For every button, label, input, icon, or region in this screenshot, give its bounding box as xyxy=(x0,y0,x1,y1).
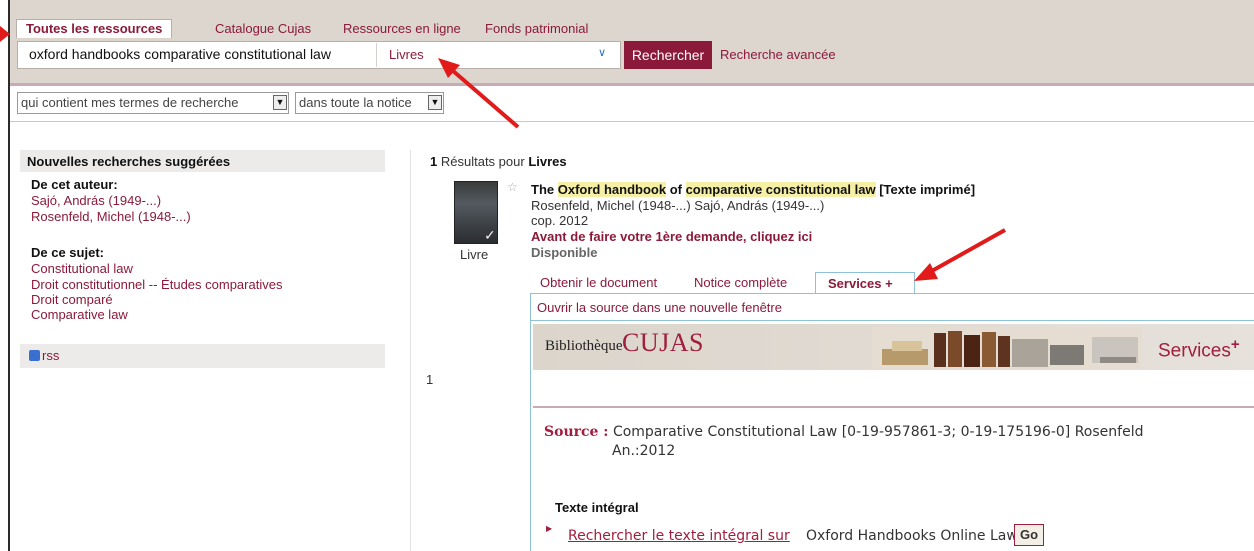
record-title[interactable]: The Oxford handbook of comparative const… xyxy=(531,182,975,197)
fulltext-heading: Texte intégral xyxy=(555,500,639,515)
suggestions-title: Nouvelles recherches suggérées xyxy=(27,154,231,169)
rss-bar xyxy=(20,344,385,368)
contains-select-value: qui contient mes termes de recherche xyxy=(21,95,239,110)
banner-library-label: Bibliothèque xyxy=(545,338,623,354)
tab-notice-complete[interactable]: Notice complète xyxy=(694,275,787,290)
bullet-icon: ▶ xyxy=(546,524,553,533)
banner-plus: + xyxy=(1230,336,1240,353)
fulltext-target: Oxford Handbooks Online Law xyxy=(806,528,1018,544)
dropdown-arrow-icon[interactable]: ▼ xyxy=(428,95,442,110)
divider xyxy=(531,320,1254,321)
document-type-label: Livre xyxy=(460,247,489,262)
subject-heading: De ce sujet: xyxy=(31,245,104,260)
results-scope: Livres xyxy=(528,154,567,169)
source-line: Source : Comparative Constitutional Law … xyxy=(544,422,1234,442)
search-input[interactable]: oxford handbooks comparative constitutio… xyxy=(29,46,331,62)
record-authors: Rosenfeld, Michel (1948-...) Sajó, Andrá… xyxy=(531,198,825,213)
title-part: of xyxy=(666,182,686,197)
contains-select[interactable]: qui contient mes termes de recherche ▼ xyxy=(17,92,289,114)
banner-books-image xyxy=(872,327,1142,369)
field-select[interactable]: dans toute la notice ▼ xyxy=(295,92,444,114)
subject-link[interactable]: Droit comparé xyxy=(31,292,113,307)
record-date: cop. 2012 xyxy=(531,213,589,228)
banner-logo-text: CUJAS xyxy=(622,328,704,357)
fulltext-search-link[interactable]: Rechercher le texte intégral sur xyxy=(568,528,790,544)
column-divider xyxy=(410,150,411,551)
source-label: Source : xyxy=(544,424,609,440)
title-highlight: Oxford handbook xyxy=(557,182,667,197)
star-icon[interactable]: ☆ xyxy=(507,180,518,194)
author-heading: De cet auteur: xyxy=(31,177,118,192)
rss-link[interactable]: rss xyxy=(42,348,59,363)
chevron-down-icon[interactable]: ∨ xyxy=(598,46,606,59)
open-source-link[interactable]: Ouvrir la source dans une nouvelle fenêt… xyxy=(537,300,782,315)
scope-select[interactable]: Livres xyxy=(389,47,424,62)
tab-obtenir-le-document[interactable]: Obtenir le document xyxy=(540,275,657,290)
subject-link[interactable]: Droit constitutionnel -- Études comparat… xyxy=(31,277,282,292)
search-divider xyxy=(376,43,377,67)
title-part: The xyxy=(531,182,558,197)
subject-link[interactable]: Comparative law xyxy=(31,307,128,322)
field-select-value: dans toute la notice xyxy=(299,95,412,110)
search-button[interactable]: Rechercher xyxy=(624,41,712,69)
divider xyxy=(10,121,1254,122)
rss-icon[interactable] xyxy=(29,350,40,361)
author-link[interactable]: Rosenfeld, Michel (1948-...) xyxy=(31,209,191,224)
divider xyxy=(533,406,1254,408)
tab-catalogue-cujas[interactable]: Catalogue Cujas xyxy=(215,21,311,36)
title-part: [Texte imprimé] xyxy=(875,182,976,197)
results-label: Résultats pour xyxy=(440,154,525,169)
tab-toutes-les-ressources[interactable]: Toutes les ressources xyxy=(16,19,173,38)
source-text-line2: An.:2012 xyxy=(612,443,676,459)
title-highlight: comparative constitutional law xyxy=(685,182,876,197)
banner-services-text: Services xyxy=(1158,340,1231,362)
results-summary: 1 Résultats pour Livres xyxy=(430,154,567,169)
author-link[interactable]: Sajó, András (1949-...) xyxy=(31,193,161,208)
tab-fonds-patrimonial[interactable]: Fonds patrimonial xyxy=(485,21,588,36)
result-row-number: 1 xyxy=(426,372,434,387)
check-icon: ✓ xyxy=(484,227,496,243)
banner-services-label: Services+ xyxy=(1158,336,1240,362)
source-text: Comparative Constitutional Law [0-19-957… xyxy=(612,424,1144,440)
go-button[interactable]: Go xyxy=(1014,524,1044,546)
request-notice-link[interactable]: Avant de faire votre 1ère demande, cliqu… xyxy=(531,229,812,244)
dropdown-arrow-icon[interactable]: ▼ xyxy=(273,95,287,110)
advanced-search-link[interactable]: Recherche avancée xyxy=(720,47,836,62)
results-count: 1 xyxy=(430,154,438,169)
tab-services[interactable]: Services + xyxy=(815,272,915,294)
tab-ressources-en-ligne[interactable]: Ressources en ligne xyxy=(343,21,461,36)
availability-status: Disponible xyxy=(531,245,598,260)
subject-link[interactable]: Constitutional law xyxy=(31,261,133,276)
